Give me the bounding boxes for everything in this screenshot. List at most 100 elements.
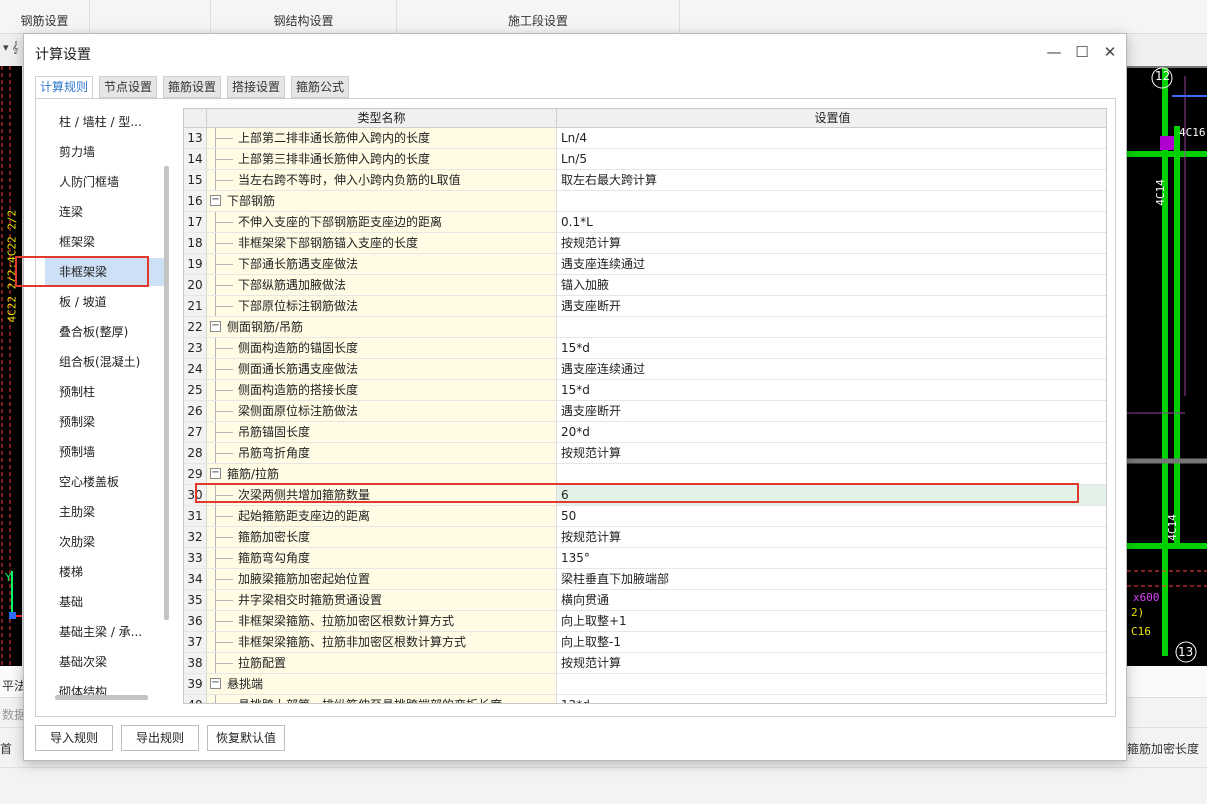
row-setting-value[interactable]: 15*d [557, 380, 1106, 400]
row-setting-value[interactable] [557, 674, 1106, 694]
grid-row[interactable]: 19 下部通长筋遇支座做法 遇支座连续通过 [184, 254, 1106, 275]
ribbon-tab-steel-settings[interactable]: 钢结构设置 [210, 0, 397, 34]
grid-row[interactable]: 17 不伸入支座的下部钢筋距支座边的距离 0.1*L [184, 212, 1106, 233]
category-item[interactable]: 人防门框墙 [45, 168, 165, 196]
row-setting-value[interactable]: 15*d [557, 338, 1106, 358]
grid-row[interactable]: 36 非框架梁箍筋、拉筋加密区根数计算方式 向上取整+1 [184, 611, 1106, 632]
minimize-button[interactable]: — [1041, 40, 1067, 64]
row-setting-value[interactable]: 向上取整+1 [557, 611, 1106, 631]
category-item[interactable]: 板 / 坡道 [45, 288, 165, 316]
drawing-canvas-left[interactable]: 4C22 2/2;4C22 2/2 Y [0, 66, 22, 666]
collapse-icon[interactable]: − [210, 468, 221, 479]
category-item[interactable]: 组合板(混凝土) [45, 348, 165, 376]
row-setting-value[interactable]: 50 [557, 506, 1106, 526]
category-item[interactable]: 框架梁 [45, 228, 165, 256]
grid-group-row[interactable]: 29− 箍筋/拉筋 [184, 464, 1106, 485]
row-setting-value[interactable]: Ln/5 [557, 149, 1106, 169]
grid-row[interactable]: 27 吊筋锚固长度 20*d [184, 422, 1106, 443]
grid-group-row[interactable]: 16− 下部钢筋 [184, 191, 1106, 212]
drawing-canvas-right[interactable]: 12 4C16 4C14 4C14 x600 2) C16 13 [1127, 66, 1207, 666]
tab-calc-rules[interactable]: 计算规则 [35, 76, 93, 99]
category-item[interactable]: 预制墙 [45, 438, 165, 466]
grid-row[interactable]: 33 箍筋弯勾角度 135° [184, 548, 1106, 569]
row-number: 13 [184, 128, 207, 148]
collapse-icon[interactable]: − [210, 321, 221, 332]
row-setting-value[interactable]: 向上取整-1 [557, 632, 1106, 652]
category-item[interactable]: 次肋梁 [45, 528, 165, 556]
tree-branch [215, 243, 233, 244]
grid-row[interactable]: 13 上部第二排非通长筋伸入跨内的长度 Ln/4 [184, 128, 1106, 149]
grid-row[interactable]: 23 侧面构造筋的锚固长度 15*d [184, 338, 1106, 359]
grid-row[interactable]: 20 下部纵筋遇加腋做法 锚入加腋 [184, 275, 1106, 296]
restore-defaults-button[interactable]: 恢复默认值 [207, 725, 285, 751]
grid-group-row[interactable]: 39− 悬挑端 [184, 674, 1106, 695]
category-list[interactable]: 柱 / 墙柱 / 型... 剪力墙 人防门框墙 连梁 框架梁 非框架梁 板 / … [45, 108, 174, 703]
grid-row[interactable]: 37 非框架梁箍筋、拉筋非加密区根数计算方式 向上取整-1 [184, 632, 1106, 653]
row-setting-value[interactable]: 梁柱垂直下加腋端部 [557, 569, 1106, 589]
grid-row[interactable]: 38 拉筋配置 按规范计算 [184, 653, 1106, 674]
grid-row[interactable]: 21 下部原位标注钢筋做法 遇支座断开 [184, 296, 1106, 317]
category-list-hscrollbar[interactable] [55, 695, 148, 700]
category-item[interactable]: 叠合板(整厚) [45, 318, 165, 346]
grid-row[interactable]: 31 起始箍筋距支座边的距离 50 [184, 506, 1106, 527]
grid-group-row[interactable]: 22− 侧面钢筋/吊筋 [184, 317, 1106, 338]
category-item[interactable]: 预制梁 [45, 408, 165, 436]
grid-row[interactable]: 15 当左右跨不等时，伸入小跨内负筋的L取值 取左右最大跨计算 [184, 170, 1106, 191]
category-item[interactable]: 基础次梁 [45, 648, 165, 676]
category-item[interactable]: 空心楼盖板 [45, 468, 165, 496]
category-item[interactable]: 基础 [45, 588, 165, 616]
tab-node-settings[interactable]: 节点设置 [99, 76, 157, 98]
category-item[interactable]: 柱 / 墙柱 / 型... [45, 108, 165, 136]
row-setting-value[interactable] [557, 191, 1106, 211]
row-setting-value[interactable]: 按规范计算 [557, 443, 1106, 463]
category-item[interactable]: 楼梯 [45, 558, 165, 586]
row-setting-value[interactable] [557, 464, 1106, 484]
row-setting-value[interactable]: 按规范计算 [557, 653, 1106, 673]
row-setting-value[interactable]: 按规范计算 [557, 527, 1106, 547]
tab-lap-settings[interactable]: 搭接设置 [227, 76, 285, 98]
row-setting-value[interactable]: 遇支座断开 [557, 401, 1106, 421]
category-item[interactable]: 基础主梁 / 承... [45, 618, 165, 646]
grid-row[interactable]: 18 非框架梁下部钢筋锚入支座的长度 按规范计算 [184, 233, 1106, 254]
side-tool-strip[interactable]: ▾ 𝄞 [0, 34, 22, 66]
category-item[interactable]: 主肋梁 [45, 498, 165, 526]
category-item[interactable]: 预制柱 [45, 378, 165, 406]
row-setting-value[interactable]: 取左右最大跨计算 [557, 170, 1106, 190]
grid-row[interactable]: 24 侧面通长筋遇支座做法 遇支座连续通过 [184, 359, 1106, 380]
grid-row[interactable]: 32 箍筋加密长度 按规范计算 [184, 527, 1106, 548]
row-setting-value[interactable]: 遇支座断开 [557, 296, 1106, 316]
tab-stirrup-formula[interactable]: 箍筋公式 [291, 76, 349, 98]
maximize-button[interactable]: ☐ [1069, 40, 1095, 64]
category-item[interactable]: 连梁 [45, 198, 165, 226]
grid-row[interactable]: 40 悬挑跨上部第一排纵筋伸至悬挑跨端部的弯折长度 12*d [184, 695, 1106, 703]
row-label: 梁侧面原位标注筋做法 [238, 404, 359, 418]
row-setting-value[interactable]: Ln/4 [557, 128, 1106, 148]
row-setting-value[interactable]: 0.1*L [557, 212, 1106, 232]
row-setting-value[interactable]: 按规范计算 [557, 233, 1106, 253]
collapse-icon[interactable]: − [210, 678, 221, 689]
row-setting-value[interactable]: 遇支座连续通过 [557, 254, 1106, 274]
category-item[interactable]: 剪力墙 [45, 138, 165, 166]
grid-row[interactable]: 35 井字梁相交时箍筋贯通设置 横向贯通 [184, 590, 1106, 611]
grid-row[interactable]: 34 加腋梁箍筋加密起始位置 梁柱垂直下加腋端部 [184, 569, 1106, 590]
import-rules-button[interactable]: 导入规则 [35, 725, 113, 751]
row-setting-value[interactable]: 12*d [557, 695, 1106, 703]
grid-row[interactable]: 14 上部第三排非通长筋伸入跨内的长度 Ln/5 [184, 149, 1106, 170]
tab-stirrup-settings[interactable]: 箍筋设置 [163, 76, 221, 98]
close-button[interactable]: ✕ [1097, 40, 1123, 64]
row-setting-value[interactable]: 135° [557, 548, 1106, 568]
ribbon-tab-rebar-settings[interactable]: 钢筋设置 [0, 0, 90, 34]
grid-row[interactable]: 26 梁侧面原位标注筋做法 遇支座断开 [184, 401, 1106, 422]
row-setting-value[interactable]: 横向贯通 [557, 590, 1106, 610]
row-type-name: 下部通长筋遇支座做法 [207, 254, 557, 274]
collapse-icon[interactable]: − [210, 195, 221, 206]
grid-row[interactable]: 25 侧面构造筋的搭接长度 15*d [184, 380, 1106, 401]
grid-row[interactable]: 28 吊筋弯折角度 按规范计算 [184, 443, 1106, 464]
ribbon-tab-stage-settings[interactable]: 施工段设置 [397, 0, 680, 34]
export-rules-button[interactable]: 导出规则 [121, 725, 199, 751]
row-setting-value[interactable]: 锚入加腋 [557, 275, 1106, 295]
row-setting-value[interactable]: 20*d [557, 422, 1106, 442]
category-list-scrollbar[interactable] [164, 166, 169, 620]
row-setting-value[interactable] [557, 317, 1106, 337]
row-setting-value[interactable]: 遇支座连续通过 [557, 359, 1106, 379]
